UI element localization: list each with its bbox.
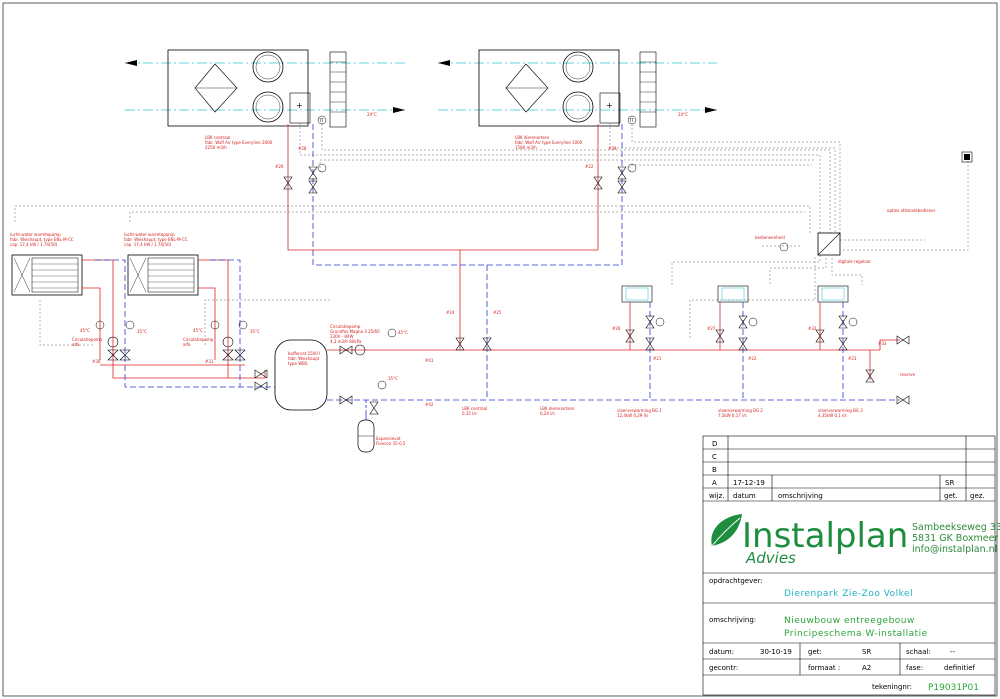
reserve-label: reserve: [900, 372, 916, 377]
ahu-1-temp: 24°C: [367, 112, 377, 117]
expansion-temp: 35°C: [388, 376, 398, 381]
rev-header-date: datum: [733, 492, 756, 500]
floor-group-2-valve: #22: [748, 356, 757, 361]
regulator-label: digitale regelaar: [838, 259, 871, 264]
hp1-return: 35°C: [137, 329, 147, 334]
ahu-1-sensor: TT: [318, 118, 324, 123]
tag-5: #26: [612, 326, 621, 331]
floor-group-3-flow: 4,35kW 0,1 l/s: [818, 413, 847, 418]
rev-b: B: [712, 466, 717, 474]
heat-pump-1: lucht-water warmtepomp fabr. Weishaupt, …: [10, 232, 147, 364]
hp1-supply: 45°C: [80, 328, 90, 333]
room-sensor: [961, 151, 973, 163]
tag-10: #42: [425, 402, 434, 407]
expansion-vessel: Expansievat Flexcon 35-0,5 35°C: [357, 376, 406, 453]
ahu-2: + LBK dierenartsen fabr. Wolf Air type E…: [438, 49, 717, 169]
client-value: Dierenpark Zie-Zoo Volkel: [784, 589, 913, 599]
company-sub: Advies: [745, 549, 796, 567]
description-line-1: Nieuwbouw entreegebouw: [784, 616, 915, 626]
rev-header-desc: omschrijving: [778, 492, 823, 500]
circ-pump: Circulatiepomp Grundfos Magna 3 25/60 23…: [330, 324, 408, 344]
company-email: info@instalplan.nl: [912, 544, 997, 555]
ahu-1: + LBK centraal fabr. Wolf Air type Every…: [125, 49, 405, 169]
phase-value: definitief: [944, 664, 976, 672]
hp1-pump2: alfa: [72, 342, 80, 347]
tag-4: #25: [493, 310, 502, 315]
address-line-2: 5831 GK Boxmeer: [912, 533, 998, 544]
flow-ahu1-value: 0,35 l/s: [462, 411, 477, 416]
floor-group-3: vloerverwarming BG 3 4,35kW 0,1 l/s #23: [815, 285, 863, 418]
outdoor-label: opties afstandsbediener: [887, 208, 936, 213]
checked-label: gecontr:: [709, 664, 738, 672]
rev-c: C: [712, 453, 717, 461]
rev-header-by: get.: [944, 492, 958, 500]
circ-pump-flow: 4,3 m3/h 80kPa: [330, 339, 362, 344]
scale-value: --: [950, 648, 956, 656]
hp2-return: 35°C: [250, 329, 260, 334]
format-label: formaat :: [808, 664, 840, 672]
date-value: 30-10-19: [760, 648, 792, 656]
floor-group-3-valve: #23: [848, 356, 857, 361]
drawn-value: SR: [862, 648, 871, 656]
ahu-1-valve: #20: [275, 164, 284, 169]
svg-text:+: +: [296, 101, 303, 110]
floor-group-1: vloerverwarming BG 1 12,4kW 0,29 l/s #21: [617, 285, 665, 418]
format-value: A2: [862, 664, 871, 672]
rev-a-date: 17-12-19: [733, 479, 765, 487]
tag-1: #28: [298, 146, 307, 151]
rev-a: A: [712, 479, 717, 487]
ahu-piping: [283, 124, 637, 400]
buffer-vessel: buffervat 1500 l fabr. Weishaupt type WB…: [274, 339, 328, 411]
description-label: omschrijving:: [709, 616, 756, 624]
hp2-valve: #31: [205, 359, 214, 364]
floor-group-1-valve: #21: [653, 356, 662, 361]
tag-3: #24: [446, 310, 455, 315]
hp2-supply: 45°C: [193, 328, 203, 333]
ahu-2-temp: 24°C: [678, 112, 688, 117]
hp2-cap: cap. 17,4 kW / 1.74(50): [124, 242, 172, 247]
description-line-2: Principeschema W-installatie: [784, 629, 928, 639]
project-info: opdrachtgever: Dierenpark Zie-Zoo Volkel…: [709, 577, 979, 693]
tag-8: #33: [878, 341, 887, 346]
phase-label: fase:: [906, 664, 923, 672]
hp1-cap: cap. 17,4 kW / 1.74(50): [10, 242, 58, 247]
date-label: datum:: [709, 648, 734, 656]
floor-group-1-flow: 12,4kW 0,29 l/s: [617, 413, 648, 418]
tag-9: #41: [425, 358, 434, 363]
drawing-number-label: tekeningnr:: [872, 683, 912, 691]
buffer-type: type WBS: [288, 361, 308, 366]
drawn-label: get:: [808, 648, 822, 656]
ahu-2-sensor: TT: [628, 118, 634, 123]
ahu-1-flow: 2250 m3/h: [205, 145, 227, 150]
rev-d: D: [712, 440, 717, 448]
company-logo: Instalplan Advies Sambeekseweg 33 5831 G…: [711, 514, 1000, 567]
tag-2: #29: [608, 146, 617, 151]
floor-group-2-flow: 7,5kW 0,17 l/s: [718, 413, 747, 418]
ahu-2-valve: #22: [585, 164, 594, 169]
ahu-2-flow: 1580 m3/h: [515, 145, 537, 150]
hp1-valve: #30: [92, 359, 101, 364]
expansion-model: Flexcon 35-0,5: [376, 441, 406, 446]
rev-header-rev: wijz.: [709, 492, 725, 500]
tag-6: #27: [707, 326, 716, 331]
regulator: opties afstandsbediener bedieneenheid di…: [755, 208, 936, 264]
rev-a-by: SR: [945, 479, 954, 487]
address-line-1: Sambeekseweg 33: [912, 522, 1000, 533]
circ-pump-temp: 45°C: [398, 330, 408, 335]
floor-group-2: vloerverwarming BG 2 7,5kW 0,17 l/s #22: [715, 285, 763, 418]
tag-7: #32: [808, 326, 817, 331]
installation-schematic: + LBK centraal fabr. Wolf Air type Every…: [2, 2, 1000, 697]
hp2-pump2: alfa: [183, 342, 191, 347]
scale-label: schaal:: [906, 648, 931, 656]
heat-pump-piping: [82, 259, 275, 391]
client-label: opdrachtgever:: [709, 577, 763, 585]
rev-header-check: gez.: [970, 492, 985, 500]
room-unit-label: bedieneenheid: [755, 235, 785, 240]
drawing-number: P19031P01: [928, 683, 979, 693]
flow-ahu2-value: 0,24 l/s: [540, 411, 555, 416]
svg-text:+: +: [606, 101, 613, 110]
